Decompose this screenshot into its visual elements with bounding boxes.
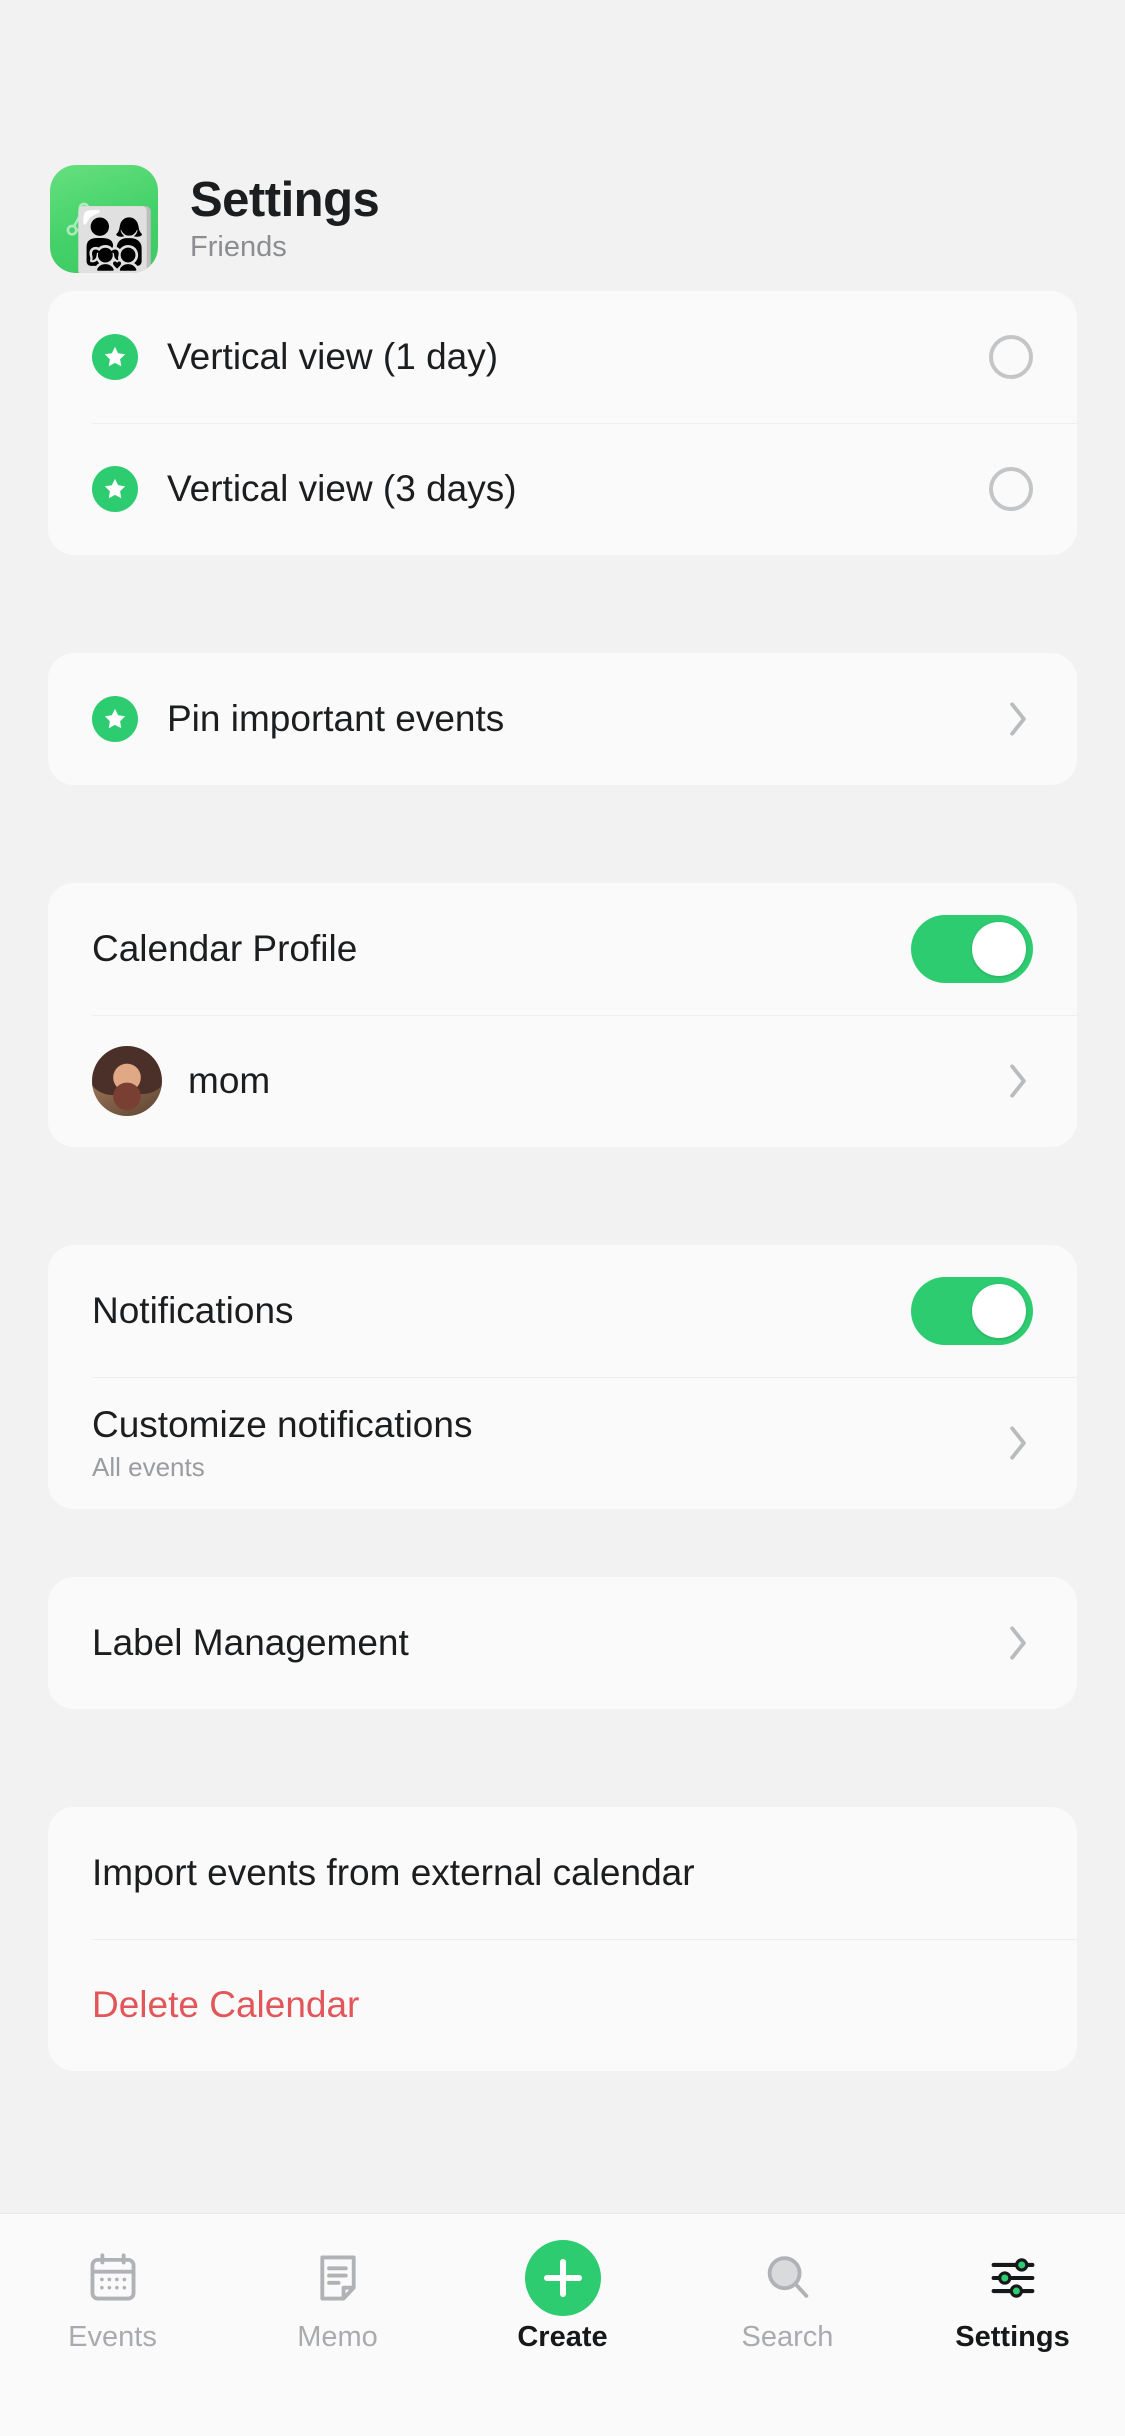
row-label: Customize notifications xyxy=(92,1404,989,1447)
row-delete-calendar[interactable]: Delete Calendar xyxy=(48,1939,1077,2071)
chevron-right-icon xyxy=(1003,1621,1033,1665)
calendar-profile-toggle[interactable] xyxy=(911,915,1033,983)
star-icon xyxy=(92,334,138,380)
header-text-block: Settings Friends xyxy=(190,175,379,264)
calendar-actions-card: Import events from external calendar Del… xyxy=(48,1807,1077,2071)
plus-circle-icon xyxy=(525,2240,601,2316)
notifications-card: Notifications Customize notifications Al… xyxy=(48,1245,1077,1509)
radio-vertical-view-1day[interactable] xyxy=(989,335,1033,379)
row-pin-important-events[interactable]: Pin important events xyxy=(48,653,1077,785)
tab-memo[interactable]: Memo xyxy=(225,2240,450,2354)
avatar xyxy=(92,1046,162,1116)
toggle-knob xyxy=(972,922,1026,976)
note-icon xyxy=(309,2240,367,2316)
row-text: Vertical view (1 day) xyxy=(167,336,989,379)
settings-screen: 👨‍👩‍👧‍👦 Settings Friends Vertical view (… xyxy=(0,0,1125,2436)
notifications-toggle[interactable] xyxy=(911,1277,1033,1345)
page-subtitle: Friends xyxy=(190,232,379,264)
tab-label: Settings xyxy=(955,2322,1069,2354)
row-text: mom xyxy=(188,1060,989,1103)
row-vertical-view-3days[interactable]: Vertical view (3 days) xyxy=(48,423,1077,555)
tab-label: Events xyxy=(68,2322,157,2354)
row-label-management[interactable]: Label Management xyxy=(48,1577,1077,1709)
tab-label: Create xyxy=(517,2322,607,2354)
search-icon xyxy=(759,2240,817,2316)
row-label: Delete Calendar xyxy=(92,1984,1033,2027)
row-text: Label Management xyxy=(92,1622,989,1665)
section-gap xyxy=(48,785,1077,883)
section-gap xyxy=(48,555,1077,653)
row-notifications[interactable]: Notifications xyxy=(48,1245,1077,1377)
row-text: Customize notifications All events xyxy=(92,1404,989,1482)
row-label: Vertical view (1 day) xyxy=(167,336,989,379)
tab-create[interactable]: Create xyxy=(450,2240,675,2354)
calendar-profile-card: Calendar Profile mom xyxy=(48,883,1077,1147)
chevron-right-icon xyxy=(1003,697,1033,741)
tab-events[interactable]: Events xyxy=(0,2240,225,2354)
section-gap xyxy=(48,1709,1077,1807)
settings-scroll-content: 👨‍👩‍👧‍👦 Settings Friends Vertical view (… xyxy=(0,0,1125,2213)
row-label: Label Management xyxy=(92,1622,989,1665)
row-import-events[interactable]: Import events from external calendar xyxy=(48,1807,1077,1939)
row-text: Pin important events xyxy=(167,698,989,741)
pin-events-card: Pin important events xyxy=(48,653,1077,785)
row-text: Delete Calendar xyxy=(92,1984,1033,2027)
row-label: mom xyxy=(188,1060,989,1103)
row-calendar-profile[interactable]: Calendar Profile xyxy=(48,883,1077,1015)
people-group-emoji: 👨‍👩‍👧‍👦 xyxy=(74,209,156,273)
row-text: Calendar Profile xyxy=(92,928,911,971)
star-icon xyxy=(92,696,138,742)
row-label: Vertical view (3 days) xyxy=(167,468,989,511)
plus-icon xyxy=(544,2259,582,2297)
tab-settings[interactable]: Settings xyxy=(900,2240,1125,2354)
row-customize-notifications[interactable]: Customize notifications All events xyxy=(48,1377,1077,1509)
row-label: Notifications xyxy=(92,1290,911,1333)
bottom-tab-bar: Events Memo Create xyxy=(0,2213,1125,2436)
view-modes-card: Vertical view (1 day) Vertical view (3 d… xyxy=(48,291,1077,555)
star-icon xyxy=(92,466,138,512)
friends-calendar-app-icon: 👨‍👩‍👧‍👦 xyxy=(50,165,158,273)
tab-label: Memo xyxy=(297,2322,378,2354)
tab-search[interactable]: Search xyxy=(675,2240,900,2354)
row-text: Notifications xyxy=(92,1290,911,1333)
radio-vertical-view-3days[interactable] xyxy=(989,467,1033,511)
row-text: Vertical view (3 days) xyxy=(167,468,989,511)
row-label: Calendar Profile xyxy=(92,928,911,971)
create-fab[interactable] xyxy=(525,2240,601,2316)
page-header: 👨‍👩‍👧‍👦 Settings Friends xyxy=(48,0,1077,291)
row-label: Import events from external calendar xyxy=(92,1852,1033,1895)
row-label: Pin important events xyxy=(167,698,989,741)
calendar-icon xyxy=(84,2240,142,2316)
row-text: Import events from external calendar xyxy=(92,1852,1033,1895)
chevron-right-icon xyxy=(1003,1421,1033,1465)
sliders-icon xyxy=(984,2240,1042,2316)
section-gap xyxy=(48,1147,1077,1245)
row-vertical-view-1day[interactable]: Vertical view (1 day) xyxy=(48,291,1077,423)
label-management-card: Label Management xyxy=(48,1577,1077,1709)
chevron-right-icon xyxy=(1003,1059,1033,1103)
row-profile-mom[interactable]: mom xyxy=(48,1015,1077,1147)
section-gap xyxy=(48,1509,1077,1577)
tab-label: Search xyxy=(742,2322,834,2354)
row-sublabel: All events xyxy=(92,1453,989,1482)
page-title: Settings xyxy=(190,175,379,227)
toggle-knob xyxy=(972,1284,1026,1338)
